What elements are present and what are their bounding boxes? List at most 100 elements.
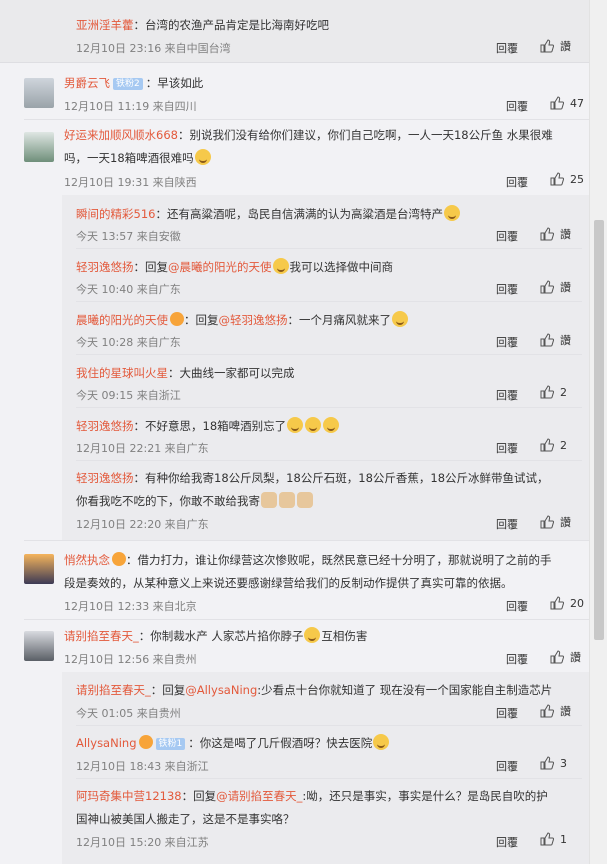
username-link[interactable]: 晨曦的阳光的天使	[76, 313, 168, 327]
reply-text-continued: 国神山被美国人搬走了，这是不是事实咯？	[76, 812, 295, 826]
thumbs-up-icon	[540, 756, 554, 770]
like-count: 1	[560, 832, 567, 846]
mention-link[interactable]: @晨曦的阳光的天使	[168, 260, 272, 274]
reply-button[interactable]: 回覆	[496, 705, 518, 721]
like-button[interactable]: 2	[540, 385, 567, 399]
fan-badge: 铁粉2	[113, 78, 143, 90]
like-button[interactable]: 20	[550, 596, 584, 610]
reply-button[interactable]: 回覆	[496, 440, 518, 456]
username-link[interactable]: 轻羽逸悠扬	[76, 471, 134, 485]
reply-text: 请别掐至春天_：回复@AllysaNing:少看点十台你就知道了 现在没有一个国…	[76, 683, 553, 697]
username-link[interactable]: 瞬间的精彩516	[76, 207, 155, 221]
username-link[interactable]: AllysaNing	[76, 736, 137, 750]
mention-link[interactable]: @请别掐至春天_	[216, 789, 302, 803]
reply-meta: 今天 01:05 来自贵州	[76, 707, 181, 720]
like-button[interactable]: 讚	[540, 38, 571, 54]
like-button[interactable]: 1	[540, 832, 567, 846]
thumbs-up-icon	[550, 172, 564, 186]
comment-meta: 12月10日 11:19 来自四川	[64, 100, 197, 113]
reply-text: 轻羽逸悠扬：回复@晨曦的阳光的天使 我可以选择做中间商	[76, 258, 393, 274]
thumbs-up-icon	[540, 227, 554, 241]
reply-meta: 今天 10:40 来自广东	[76, 283, 181, 296]
username-link[interactable]: 请别掐至春天_	[76, 683, 151, 697]
reply-text: 我住的星球叫火星：大曲线一家都可以完成	[76, 366, 295, 380]
like-button[interactable]: 讚	[540, 703, 571, 719]
reply-button[interactable]: 回覆	[506, 651, 528, 667]
divider	[76, 460, 582, 461]
emoji-icon	[323, 417, 340, 433]
reply-button[interactable]: 回覆	[496, 758, 518, 774]
avatar[interactable]	[24, 554, 54, 584]
emoji-icon	[373, 734, 390, 750]
thumbs-up-icon	[540, 280, 554, 294]
like-button[interactable]: 3	[540, 756, 567, 770]
comment-text: 好运来加顺风顺水668：别说我们没有给你们建议，你们自己吃啊，一人一天18公斤鱼…	[64, 128, 553, 142]
like-button[interactable]: 讚	[540, 332, 571, 348]
divider	[24, 540, 590, 541]
reply-button[interactable]: 回覆	[496, 834, 518, 850]
divider	[24, 619, 590, 620]
reply-meta: 12月10日 18:43 来自浙江	[76, 760, 209, 773]
reply-button[interactable]: 回覆	[496, 334, 518, 350]
like-button[interactable]: 25	[550, 172, 584, 186]
username-link[interactable]: 请别掐至春天_	[64, 629, 139, 643]
avatar[interactable]	[24, 631, 54, 661]
like-button[interactable]: 讚	[540, 226, 571, 242]
vip-icon	[112, 552, 126, 566]
avatar[interactable]	[24, 78, 54, 108]
reply-meta: 12月10日 15:20 来自江苏	[76, 836, 209, 849]
username-link[interactable]: 好运来加顺风顺水668	[64, 128, 178, 142]
thumbs-up-icon	[540, 385, 554, 399]
reply-button[interactable]: 回覆	[496, 387, 518, 403]
divider	[24, 119, 590, 120]
comment-meta: 12月10日 12:56 来自贵州	[64, 653, 197, 666]
divider	[76, 725, 582, 726]
like-count: 20	[570, 596, 584, 610]
username-link[interactable]: 亚洲淫羊藿	[76, 18, 134, 32]
reply-text: 瞬间的精彩516：还有高粱酒呢，岛民自信满满的认为高粱酒是台湾特产	[76, 205, 461, 223]
mention-link[interactable]: @轻羽逸悠扬	[219, 313, 288, 327]
fan-badge: 铁粉1	[155, 738, 186, 750]
emoji-icon	[272, 258, 289, 274]
like-count: 2	[560, 385, 567, 399]
reply-button[interactable]: 回覆	[506, 174, 528, 190]
reply-text: AllysaNing 铁粉1 ：你这是喝了几斤假酒呀？快去医院	[76, 734, 390, 752]
thumbs-up-icon	[540, 515, 554, 529]
comment-text: 男爵云飞 铁粉2 ：早该如此	[64, 76, 204, 90]
emoji-icon	[304, 627, 321, 643]
like-button[interactable]: 2	[540, 438, 567, 452]
reply-button[interactable]: 回覆	[506, 98, 528, 114]
emoji-icon	[287, 417, 304, 433]
divider	[76, 301, 582, 302]
avatar[interactable]	[24, 132, 54, 162]
cat-emoji-icon	[279, 492, 295, 508]
divider	[76, 778, 582, 779]
reply-meta: 今天 13:57 来自安徽	[76, 230, 181, 243]
cat-emoji-icon	[261, 492, 277, 508]
like-button[interactable]: 47	[550, 96, 584, 110]
like-count: 47	[570, 96, 584, 110]
page: 亚洲淫羊藿：台湾的农渔产品肯定是比海南好吃吧 12月10日 23:16 来自中国…	[0, 0, 607, 864]
comment-text: 请别掐至春天_：你制裁水产 人家芯片掐你脖子 互相伤害	[64, 627, 368, 643]
reply-button[interactable]: 回覆	[496, 281, 518, 297]
like-count: 3	[560, 756, 567, 770]
comment-text: 亚洲淫羊藿：台湾的农渔产品肯定是比海南好吃吧	[76, 18, 329, 32]
username-link[interactable]: 轻羽逸悠扬	[76, 260, 134, 274]
username-link[interactable]: 我住的星球叫火星	[76, 366, 168, 380]
reply-button[interactable]: 回覆	[506, 598, 528, 614]
reply-text-continued: 你看我吃不吃的下，你敢不敢给我寄	[76, 492, 314, 510]
reply-button[interactable]: 回覆	[496, 228, 518, 244]
scrollbar-thumb[interactable]	[594, 220, 604, 640]
like-button[interactable]: 讚	[540, 514, 571, 530]
like-button[interactable]: 讚	[540, 279, 571, 295]
reply-button[interactable]: 回覆	[496, 40, 518, 56]
username-link[interactable]: 男爵云飞	[64, 76, 110, 90]
username-link[interactable]: 轻羽逸悠扬	[76, 419, 134, 433]
scrollbar[interactable]	[589, 0, 607, 864]
username-link[interactable]: 阿玛奇集中营12138	[76, 789, 182, 803]
username-link[interactable]: 悄然执念	[64, 553, 110, 567]
mention-link[interactable]: @AllysaNing	[185, 683, 257, 697]
like-button[interactable]: 讚	[550, 649, 581, 665]
reply-button[interactable]: 回覆	[496, 516, 518, 532]
emoji-icon	[305, 417, 322, 433]
